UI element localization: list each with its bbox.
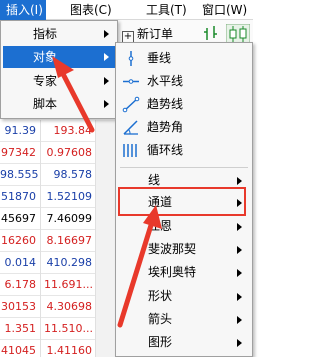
- menu-item-label: 专家: [33, 74, 58, 88]
- table-row[interactable]: 16260 8.16697: [0, 230, 120, 252]
- menu-item-label: 垂线: [147, 51, 172, 65]
- insert-menu: 指标 对象 专家 脚本: [0, 20, 118, 119]
- ask-cell: 1.41160: [46, 344, 93, 357]
- menu-item-indicators[interactable]: 指标: [3, 23, 115, 45]
- menu-item-label: 指标: [33, 27, 58, 41]
- chevron-right-icon: [237, 293, 242, 301]
- menu-item-arrows[interactable]: 箭头: [118, 308, 250, 331]
- menu-separator: [120, 167, 248, 168]
- table-row[interactable]: 30153 4.30698: [0, 296, 120, 318]
- menu-item-scripts[interactable]: 脚本: [3, 93, 115, 115]
- ask-cell: 11.691...: [44, 278, 93, 291]
- menu-item-label: 对象: [33, 50, 58, 64]
- menu-item-channels[interactable]: 通道: [118, 191, 250, 214]
- menu-item-elliott[interactable]: 埃利奥特: [118, 261, 250, 284]
- market-watch-table: 91.39 193.84 97342 0.97608 98.555 98.578…: [0, 120, 120, 357]
- trendline-icon: [122, 96, 140, 113]
- bid-cell: 41045: [1, 344, 36, 357]
- column-divider: [95, 120, 96, 357]
- new-order-label: 新订单: [137, 27, 174, 41]
- horizontal-line-icon: [123, 79, 139, 84]
- table-row[interactable]: 45697 7.46099: [0, 208, 120, 230]
- menu-item-trendline[interactable]: 趋势线: [118, 93, 250, 116]
- ask-cell: 1.52109: [46, 190, 93, 203]
- menu-item-label: 脚本: [33, 97, 58, 111]
- objects-submenu: 垂线 水平线 趋势线 趋势角 循环线 线 通道 江恩 斐波那契 埃利奥特 形状 …: [115, 42, 253, 357]
- chevron-right-icon: [237, 246, 242, 254]
- bid-cell: 0.014: [4, 256, 37, 269]
- chevron-right-icon: [104, 30, 109, 38]
- menu-item-label: 通道: [148, 195, 173, 209]
- ask-cell: 11.510...: [44, 322, 93, 335]
- menu-item-label: 形状: [148, 289, 173, 303]
- menu-item-shapes[interactable]: 形状: [118, 285, 250, 308]
- table-row[interactable]: 97342 0.97608: [0, 142, 120, 164]
- menu-item-label: 斐波那契: [148, 242, 197, 256]
- bid-cell: 51870: [1, 190, 36, 203]
- bid-cell: 98.555: [0, 168, 38, 181]
- table-row[interactable]: 1.351 11.510...: [0, 318, 120, 340]
- ask-cell: 8.16697: [46, 234, 93, 247]
- menu-item-label: 图形: [148, 335, 173, 349]
- ask-cell: 4.30698: [46, 300, 93, 313]
- ask-cell: 98.578: [53, 168, 93, 181]
- new-order-button[interactable]: + 新订单: [122, 26, 174, 43]
- menu-item-label: 趋势角: [147, 120, 184, 134]
- column-divider: [40, 120, 41, 357]
- menu-item-fibonacci[interactable]: 斐波那契: [118, 238, 250, 261]
- menu-item-label: 埃利奥特: [148, 265, 197, 279]
- chevron-right-icon: [104, 100, 109, 108]
- menu-item-graphics[interactable]: 图形: [118, 331, 250, 354]
- menu-item-label: 箭头: [148, 312, 173, 326]
- trend-angle-icon: [123, 120, 138, 135]
- bid-cell: 97342: [1, 146, 36, 159]
- ask-cell: 7.46099: [46, 212, 93, 225]
- menu-item-horizontal-line[interactable]: 水平线: [118, 70, 250, 93]
- bid-cell: 30153: [1, 300, 36, 313]
- menu-item-label: 线: [148, 173, 161, 187]
- chevron-right-icon: [104, 77, 109, 85]
- menu-charts[interactable]: 图表(C): [64, 0, 118, 20]
- menu-item-label: 循环线: [147, 143, 184, 157]
- bid-cell: 1.351: [4, 322, 37, 335]
- menu-item-trend-angle[interactable]: 趋势角: [118, 116, 250, 139]
- menu-item-label: 趋势线: [147, 97, 184, 111]
- table-row[interactable]: 91.39 193.84: [0, 120, 120, 142]
- menu-item-vertical-line[interactable]: 垂线: [118, 47, 250, 70]
- bar-chart-icon[interactable]: [202, 24, 220, 44]
- table-row[interactable]: 98.555 98.578: [0, 164, 120, 186]
- bid-cell: 91.39: [4, 124, 37, 137]
- ask-cell: 410.298: [46, 256, 93, 269]
- menu-item-gann[interactable]: 江恩: [118, 215, 250, 238]
- menu-item-cycle-lines[interactable]: 循环线: [118, 139, 250, 162]
- chevron-right-icon: [104, 53, 109, 61]
- vertical-line-icon: [128, 51, 134, 66]
- chevron-right-icon: [237, 339, 242, 347]
- menu-window[interactable]: 窗口(W): [196, 0, 253, 20]
- menu-insert[interactable]: 插入(I): [0, 0, 46, 20]
- bid-cell: 6.178: [4, 278, 37, 291]
- menu-item-objects[interactable]: 对象: [3, 46, 115, 68]
- chevron-right-icon: [237, 223, 242, 231]
- menu-item-experts[interactable]: 专家: [3, 70, 115, 92]
- cycle-lines-icon: [123, 144, 137, 157]
- menu-item-label: 水平线: [147, 74, 184, 88]
- table-row[interactable]: 6.178 11.691...: [0, 274, 120, 296]
- chevron-right-icon: [237, 199, 242, 207]
- table-row[interactable]: 51870 1.52109: [0, 186, 120, 208]
- table-row[interactable]: 41045 1.41160: [0, 340, 120, 357]
- chevron-right-icon: [237, 177, 242, 185]
- menu-bar: 插入(I) 图表(C) 工具(T) 窗口(W): [0, 0, 253, 20]
- bid-cell: 16260: [1, 234, 36, 247]
- menu-tools[interactable]: 工具(T): [140, 0, 193, 20]
- menu-item-lines[interactable]: 线: [118, 169, 250, 192]
- ask-cell: 193.84: [53, 124, 93, 137]
- chevron-right-icon: [237, 269, 242, 277]
- ask-cell: 0.97608: [46, 146, 93, 159]
- bid-cell: 45697: [1, 212, 36, 225]
- table-row[interactable]: 0.014 410.298: [0, 252, 120, 274]
- chevron-right-icon: [237, 316, 242, 324]
- menu-item-label: 江恩: [148, 219, 173, 233]
- candlestick-icon[interactable]: [226, 24, 250, 44]
